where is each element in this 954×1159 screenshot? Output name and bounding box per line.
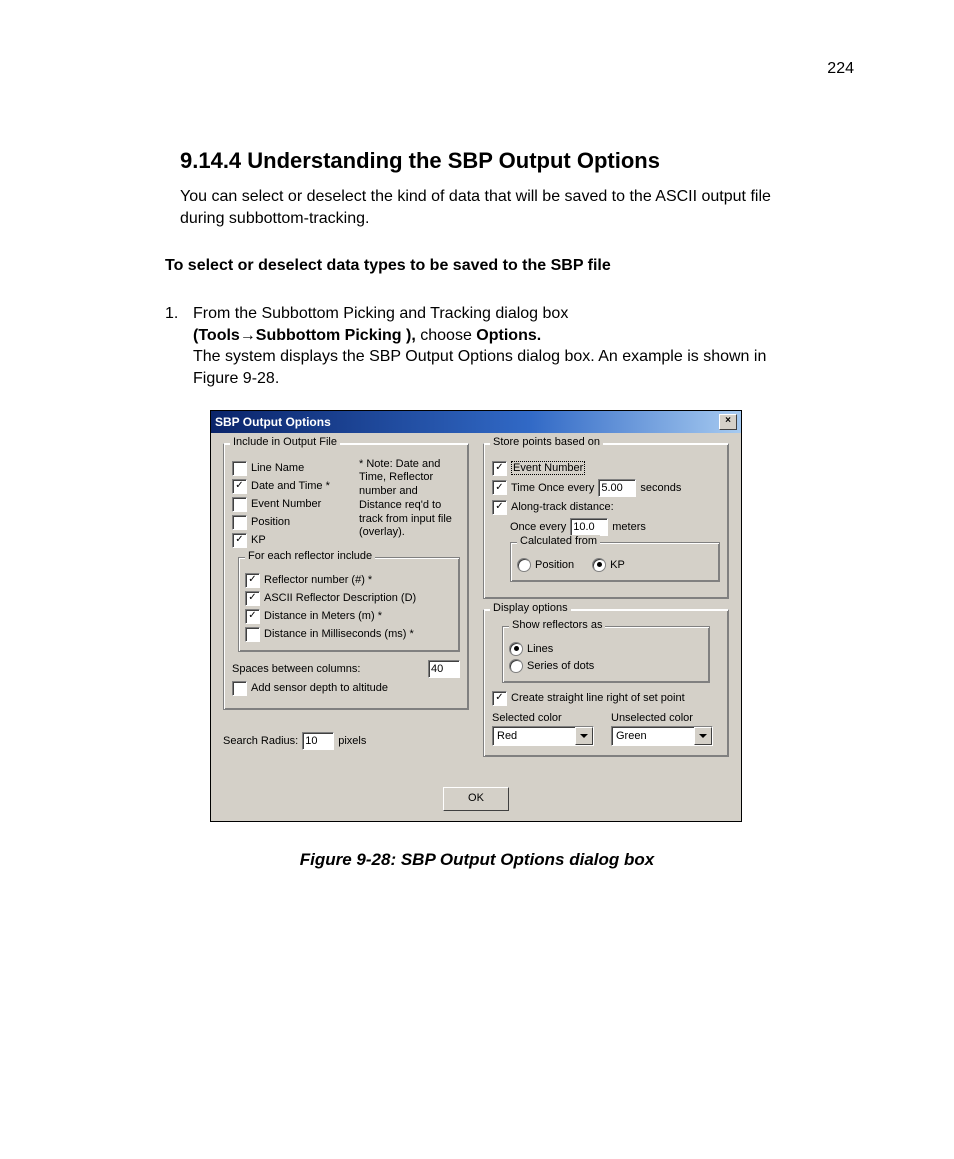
reflector-include-group: For each reflector include ✓ Reflector n… <box>238 557 460 652</box>
chevron-down-icon <box>694 727 712 745</box>
include-note: * Note: Date and Time, Reflector number … <box>359 458 460 551</box>
step-1: 1. From the Subbottom Picking and Tracki… <box>165 303 814 389</box>
instruction-heading: To select or deselect data types to be s… <box>165 257 854 275</box>
label-straight-line: Create straight line right of set point <box>511 692 685 704</box>
store-points-group: Store points based on ✓ Event Number ✓ T… <box>483 443 729 599</box>
label-once-every: Once every <box>510 521 566 533</box>
checkbox-add-sensor-depth[interactable] <box>232 681 247 696</box>
label-ascii-description: ASCII Reflector Description (D) <box>264 592 416 604</box>
checkbox-kp[interactable]: ✓ <box>232 533 247 548</box>
label-along-track: Along-track distance: <box>511 501 614 513</box>
dropdown-unselected-color[interactable]: Green <box>611 726 713 746</box>
step-text-c: choose <box>420 327 476 344</box>
label-line-name: Line Name <box>251 462 304 474</box>
step-text-d: Options. <box>476 327 541 344</box>
checkbox-reflector-number[interactable]: ✓ <box>245 573 260 588</box>
label-search-radius: Search Radius: <box>223 735 298 747</box>
checkbox-event-number[interactable] <box>232 497 247 512</box>
checkbox-line-name[interactable] <box>232 461 247 476</box>
checkbox-store-time[interactable]: ✓ <box>492 480 507 495</box>
checkbox-along-track[interactable]: ✓ <box>492 500 507 515</box>
label-position: Position <box>251 516 290 528</box>
checkbox-ascii-description[interactable]: ✓ <box>245 591 260 606</box>
label-show-lines: Lines <box>527 643 553 655</box>
label-event-number: Event Number <box>251 498 321 510</box>
display-group-title: Display options <box>490 602 571 614</box>
step-text-e: The system displays the SBP Output Optio… <box>193 348 766 387</box>
section-heading: 9.14.4 Understanding the SBP Output Opti… <box>180 148 854 174</box>
intro-paragraph: You can select or deselect the kind of d… <box>180 186 814 229</box>
input-store-time[interactable]: 5.00 <box>598 479 636 497</box>
checkbox-store-event-number[interactable]: ✓ <box>492 461 507 476</box>
label-selected-color: Selected color <box>492 712 601 724</box>
chevron-down-icon <box>575 727 593 745</box>
label-calc-kp: KP <box>610 559 625 571</box>
ok-button[interactable]: OK <box>443 787 509 811</box>
step-body: From the Subbottom Picking and Tracking … <box>193 303 814 389</box>
checkbox-straight-line[interactable]: ✓ <box>492 691 507 706</box>
dropdown-selected-color-value: Red <box>497 730 517 742</box>
store-group-title: Store points based on <box>490 436 603 448</box>
label-store-time-suffix: seconds <box>640 482 681 494</box>
step-text-b: (Tools→Subbottom Picking ), <box>193 327 416 344</box>
sbp-output-options-dialog: SBP Output Options × Include in Output F… <box>210 410 742 822</box>
calculated-from-title: Calculated from <box>517 535 600 547</box>
step-text-a: From the Subbottom Picking and Tracking … <box>193 305 568 322</box>
include-group-title: Include in Output File <box>230 436 340 448</box>
input-spaces-between-columns[interactable]: 40 <box>428 660 460 678</box>
label-once-every-unit: meters <box>612 521 646 533</box>
close-button[interactable]: × <box>719 414 737 430</box>
radio-show-lines[interactable] <box>509 642 523 656</box>
dropdown-unselected-color-value: Green <box>616 730 647 742</box>
label-spaces-between-columns: Spaces between columns: <box>232 663 360 675</box>
label-calc-position: Position <box>535 559 574 571</box>
checkbox-position[interactable] <box>232 515 247 530</box>
label-distance-meters: Distance in Meters (m) * <box>264 610 382 622</box>
input-search-radius[interactable]: 10 <box>302 732 334 750</box>
show-reflectors-title: Show reflectors as <box>509 619 605 631</box>
radio-calc-position[interactable] <box>517 558 531 572</box>
label-distance-ms: Distance in Milliseconds (ms) * <box>264 628 414 640</box>
label-unselected-color: Unselected color <box>611 712 720 724</box>
checkbox-distance-meters[interactable]: ✓ <box>245 609 260 624</box>
input-once-every[interactable]: 10.0 <box>570 518 608 536</box>
label-store-time-prefix: Time Once every <box>511 482 594 494</box>
reflector-group-title: For each reflector include <box>245 550 375 562</box>
dialog-title: SBP Output Options <box>215 415 331 429</box>
dialog-titlebar[interactable]: SBP Output Options × <box>211 411 741 433</box>
radio-show-dots[interactable] <box>509 659 523 673</box>
label-search-radius-unit: pixels <box>338 735 366 747</box>
label-store-event-number: Event Number <box>511 461 585 475</box>
include-in-output-group: Include in Output File Line Name ✓ Date … <box>223 443 469 710</box>
label-reflector-number: Reflector number (#) * <box>264 574 372 586</box>
label-add-sensor-depth: Add sensor depth to altitude <box>251 682 388 694</box>
dropdown-selected-color[interactable]: Red <box>492 726 594 746</box>
figure-caption: Figure 9-28: SBP Output Options dialog b… <box>100 850 854 870</box>
label-kp: KP <box>251 534 266 546</box>
checkbox-date-time[interactable]: ✓ <box>232 479 247 494</box>
page-number: 224 <box>100 60 854 78</box>
step-number: 1. <box>165 303 193 389</box>
label-show-dots: Series of dots <box>527 660 594 672</box>
calculated-from-group: Calculated from Position KP <box>510 542 720 582</box>
label-date-time: Date and Time * <box>251 480 330 492</box>
radio-calc-kp[interactable] <box>592 558 606 572</box>
display-options-group: Display options Show reflectors as Lines… <box>483 609 729 757</box>
show-reflectors-group: Show reflectors as Lines Series of dots <box>502 626 710 683</box>
checkbox-distance-ms[interactable] <box>245 627 260 642</box>
